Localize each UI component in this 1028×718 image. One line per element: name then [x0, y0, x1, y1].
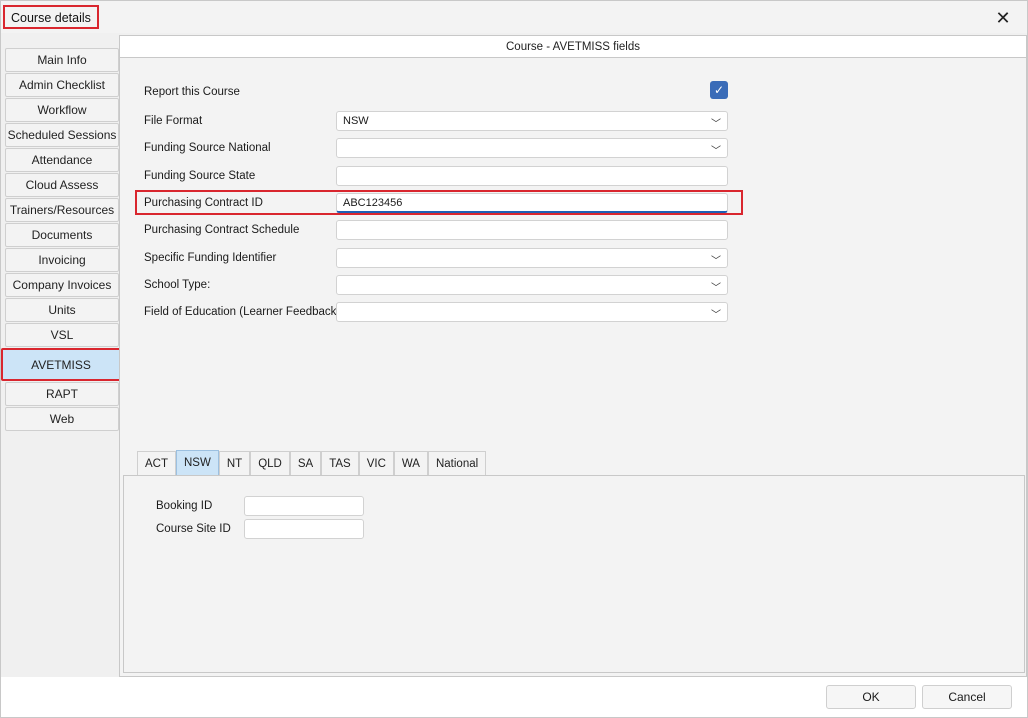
- specific-funding-select[interactable]: ﹀: [336, 248, 728, 268]
- report-course-row: Report this Course ✓: [144, 81, 734, 104]
- sidebar-item-company-invoices[interactable]: Company Invoices: [5, 273, 119, 297]
- funding-state-row: Funding Source State: [144, 166, 734, 188]
- purchasing-contract-id-label: Purchasing Contract ID: [144, 197, 263, 209]
- report-course-label: Report this Course: [144, 86, 240, 98]
- course-details-window: Course details ✕ Main Info Admin Checkli…: [0, 0, 1028, 718]
- checkmark-icon: ✓: [713, 83, 725, 97]
- course-site-id-input[interactable]: [244, 519, 364, 539]
- course-site-id-row: Course Site ID: [156, 519, 376, 539]
- close-button[interactable]: ✕: [991, 7, 1015, 29]
- sidebar-item-admin-checklist[interactable]: Admin Checklist: [5, 73, 119, 97]
- sidebar-item-invoicing[interactable]: Invoicing: [5, 248, 119, 272]
- tab-tas[interactable]: TAS: [321, 451, 359, 476]
- field-of-education-select[interactable]: ﹀: [336, 302, 728, 322]
- sidebar-item-rapt[interactable]: RAPT: [5, 382, 119, 406]
- close-icon: ✕: [995, 7, 1011, 28]
- field-of-education-label: Field of Education (Learner Feedback): [144, 306, 341, 318]
- funding-national-select[interactable]: ﹀: [336, 138, 728, 158]
- title-bar: Course details ✕: [1, 1, 1027, 33]
- sidebar-item-web[interactable]: Web: [5, 407, 119, 431]
- funding-national-row: Funding Source National ﹀: [144, 138, 734, 160]
- sidebar: Main Info Admin Checklist Workflow Sched…: [1, 48, 121, 432]
- state-tabs: ACT NSW NT QLD SA TAS VIC WA National: [137, 450, 487, 476]
- ok-button[interactable]: OK: [826, 685, 916, 709]
- purchasing-contract-id-row: Purchasing Contract ID ABC123456: [144, 193, 734, 215]
- school-type-row: School Type: ﹀: [144, 275, 734, 297]
- chevron-down-icon: ﹀: [711, 283, 721, 294]
- specific-funding-label: Specific Funding Identifier: [144, 252, 277, 264]
- specific-funding-row: Specific Funding Identifier ﹀: [144, 248, 734, 270]
- booking-id-label: Booking ID: [156, 500, 213, 512]
- course-site-id-label: Course Site ID: [156, 523, 231, 535]
- sidebar-item-attendance[interactable]: Attendance: [5, 148, 119, 172]
- report-course-checkbox[interactable]: ✓: [710, 81, 728, 99]
- sidebar-item-avetmiss[interactable]: AVETMISS: [1, 348, 121, 381]
- tab-sa[interactable]: SA: [289, 451, 322, 476]
- dialog-button-bar: OK Cancel: [1, 677, 1027, 717]
- chevron-down-icon: ﹀: [711, 119, 721, 130]
- file-format-label: File Format: [144, 115, 203, 127]
- chevron-down-icon: ﹀: [711, 310, 721, 321]
- file-format-value: NSW: [343, 115, 369, 127]
- tab-qld[interactable]: QLD: [250, 451, 290, 476]
- tab-national[interactable]: National: [427, 451, 487, 476]
- sidebar-item-main-info[interactable]: Main Info: [5, 48, 119, 72]
- field-of-education-row: Field of Education (Learner Feedback) ﹀: [144, 302, 734, 324]
- booking-id-row: Booking ID: [156, 496, 376, 516]
- funding-national-label: Funding Source National: [144, 142, 271, 154]
- purchasing-contract-schedule-row: Purchasing Contract Schedule: [144, 220, 734, 242]
- purchasing-contract-schedule-input[interactable]: [336, 220, 728, 240]
- sidebar-item-vsl[interactable]: VSL: [5, 323, 119, 347]
- booking-id-input[interactable]: [244, 496, 364, 516]
- tab-nsw[interactable]: NSW: [176, 450, 219, 476]
- tab-vic[interactable]: VIC: [358, 451, 394, 476]
- funding-state-input[interactable]: [336, 166, 728, 186]
- nsw-tab-panel: Booking ID Course Site ID: [123, 475, 1025, 673]
- sidebar-item-documents[interactable]: Documents: [5, 223, 119, 247]
- file-format-row: File Format NSW ﹀: [144, 111, 734, 133]
- window-title: Course details: [3, 5, 99, 29]
- purchasing-contract-id-input[interactable]: ABC123456: [336, 193, 728, 213]
- sidebar-item-trainers-resources[interactable]: Trainers/Resources: [5, 198, 119, 222]
- sidebar-item-scheduled-sessions[interactable]: Scheduled Sessions: [5, 123, 119, 147]
- tab-act[interactable]: ACT: [137, 451, 176, 476]
- sidebar-item-workflow[interactable]: Workflow: [5, 98, 119, 122]
- tab-nt[interactable]: NT: [218, 451, 251, 476]
- chevron-down-icon: ﹀: [711, 146, 721, 157]
- chevron-down-icon: ﹀: [711, 256, 721, 267]
- sidebar-item-units[interactable]: Units: [5, 298, 119, 322]
- cancel-button[interactable]: Cancel: [922, 685, 1012, 709]
- purchasing-contract-schedule-label: Purchasing Contract Schedule: [144, 224, 300, 236]
- section-header: Course - AVETMISS fields: [120, 36, 1026, 58]
- purchasing-contract-id-value: ABC123456: [343, 197, 403, 209]
- school-type-select[interactable]: ﹀: [336, 275, 728, 295]
- sidebar-item-cloud-assess[interactable]: Cloud Assess: [5, 173, 119, 197]
- file-format-select[interactable]: NSW ﹀: [336, 111, 728, 131]
- funding-state-label: Funding Source State: [144, 170, 256, 182]
- school-type-label: School Type:: [144, 279, 211, 291]
- tab-wa[interactable]: WA: [393, 451, 428, 476]
